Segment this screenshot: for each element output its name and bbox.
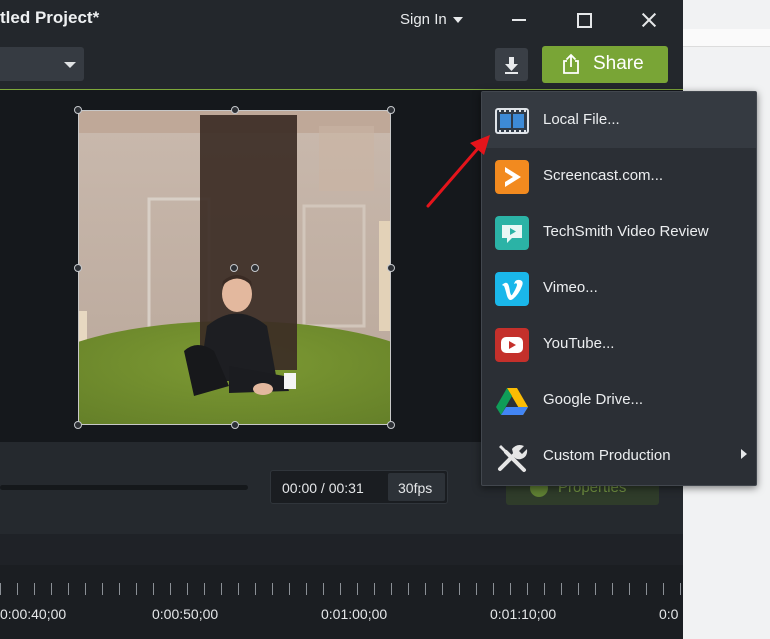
share-item-screencast[interactable]: Screencast.com...: [482, 148, 756, 204]
rotate-handle-2[interactable]: [251, 264, 259, 272]
scrub-bar[interactable]: [0, 485, 248, 490]
share-item-label: TechSmith Video Review: [543, 223, 709, 240]
resize-handle-top-right[interactable]: [387, 106, 395, 114]
share-item-local-file[interactable]: Local File...: [482, 92, 756, 148]
annotation-arrow: [426, 135, 490, 208]
close-window-button[interactable]: [637, 8, 661, 32]
share-item-label: Google Drive...: [543, 391, 644, 408]
background-window-bar: [683, 29, 770, 47]
download-arrow-icon: [505, 57, 518, 74]
share-label: Share: [593, 53, 644, 74]
share-item-vimeo[interactable]: Vimeo...: [482, 260, 756, 316]
resize-handle-bottom[interactable]: [231, 421, 239, 429]
current-time: 00:00 / 00:31: [282, 480, 364, 496]
resize-handle-top-left[interactable]: [74, 106, 82, 114]
vimeo-icon: [495, 272, 529, 306]
chevron-right-icon: [741, 449, 747, 459]
ruler-label: 0:00:50;00: [152, 606, 219, 622]
sign-in-label: Sign In: [400, 11, 447, 28]
share-item-label: Vimeo...: [543, 279, 598, 296]
share-item-custom-production[interactable]: Custom Production: [482, 428, 756, 484]
resize-handle-bottom-left[interactable]: [74, 421, 82, 429]
time-display: 00:00 / 00:31 30fps: [270, 470, 448, 504]
resize-handle-right[interactable]: [387, 264, 395, 272]
share-item-google-drive[interactable]: Google Drive...: [482, 372, 756, 428]
share-button[interactable]: Share: [542, 46, 668, 83]
timeline-toolbar: [0, 534, 683, 565]
project-title: tled Project*: [0, 8, 100, 27]
chevron-down-icon: [452, 17, 463, 24]
share-item-youtube[interactable]: YouTube...: [482, 316, 756, 372]
screencast-icon: [495, 160, 529, 194]
google-drive-icon: [496, 388, 528, 415]
share-item-label: YouTube...: [543, 335, 615, 352]
minimize-button[interactable]: [507, 8, 531, 32]
sign-in-button[interactable]: Sign In: [400, 11, 463, 28]
share-item-label: Custom Production: [543, 447, 671, 464]
share-item-label: Screencast.com...: [543, 167, 664, 184]
tools-icon: [498, 445, 528, 472]
film-icon: [495, 108, 529, 134]
timeline-ruler[interactable]: 0:00:40;00 0:00:50;00 0:01:00;00 0:01:10…: [0, 565, 683, 639]
resize-handle-left[interactable]: [74, 264, 82, 272]
techsmith-review-icon: [495, 216, 529, 250]
fps-label: 30fps: [398, 480, 433, 496]
share-item-label: Local File...: [543, 111, 620, 128]
ruler-label: 0:01:10;00: [490, 606, 557, 622]
zoom-dropdown[interactable]: [0, 47, 84, 81]
ruler-label: 0:01:00;00: [321, 606, 388, 622]
ruler-label: 0:0: [659, 606, 679, 622]
export-download-button[interactable]: [495, 48, 528, 81]
fps-badge: 30fps: [388, 473, 445, 501]
ruler-label: 0:00:40;00: [0, 606, 67, 622]
share-menu: Local File... Screencast.com... TechSmit…: [481, 91, 757, 486]
title-bar: tled Project* Sign In: [0, 0, 683, 40]
share-upload-icon: [563, 53, 579, 74]
share-item-techsmith-video-review[interactable]: TechSmith Video Review: [482, 204, 756, 260]
resize-handle-bottom-right[interactable]: [387, 421, 395, 429]
rotate-handle[interactable]: [230, 264, 238, 272]
youtube-icon: [495, 328, 529, 362]
ruler-ticks: [0, 583, 683, 595]
maximize-button[interactable]: [572, 8, 596, 32]
resize-handle-top[interactable]: [231, 106, 239, 114]
toolbar: Share: [0, 40, 683, 90]
